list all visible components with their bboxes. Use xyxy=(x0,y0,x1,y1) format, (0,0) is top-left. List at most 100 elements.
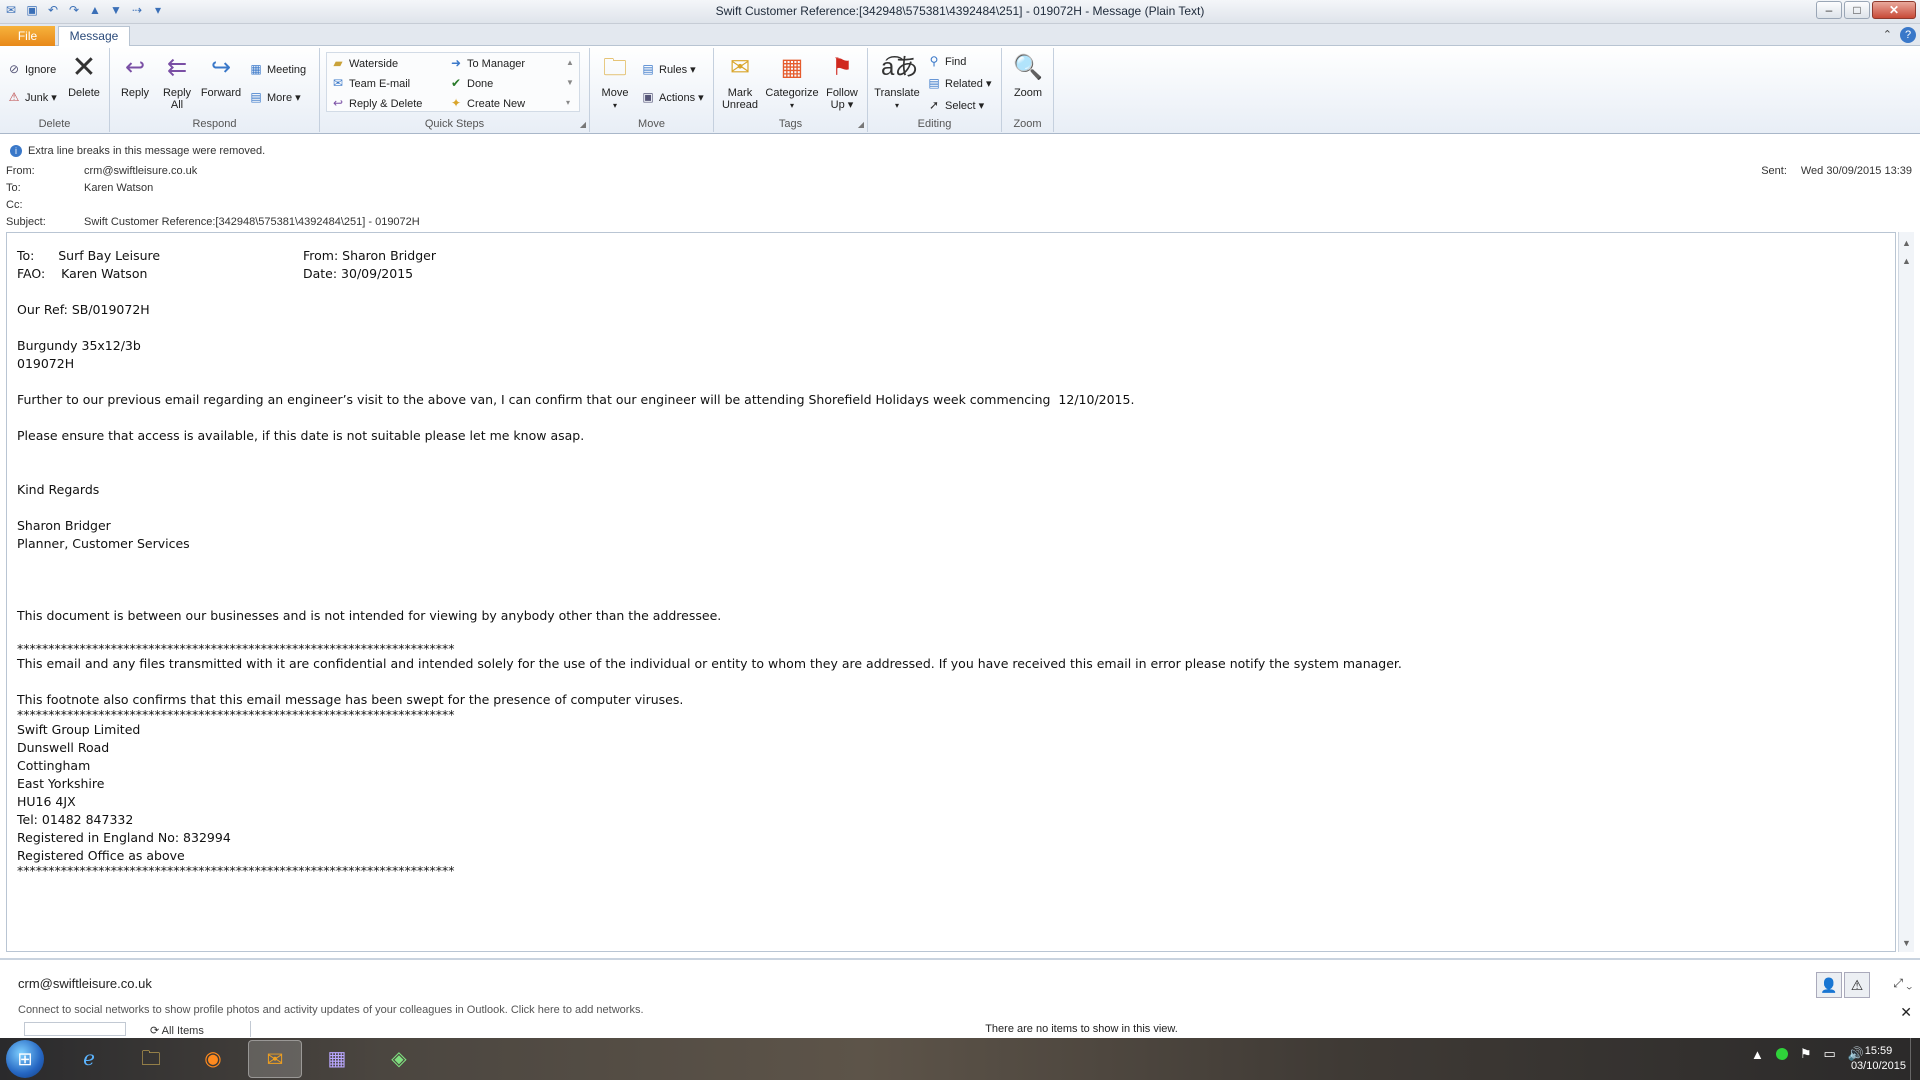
zoom-button[interactable]: 🔍 Zoom xyxy=(1008,52,1048,99)
body-addr-3: Cottingham xyxy=(17,758,91,773)
quick-step-create-new[interactable]: ✦ Create New xyxy=(448,94,525,112)
message-body[interactable]: To: Surf Bay Leisure FAO: Karen Watson O… xyxy=(6,232,1896,952)
scroll-down-icon[interactable]: ▼ xyxy=(1902,938,1911,948)
people-strip[interactable] xyxy=(24,1022,126,1036)
cursor-icon: ➚ xyxy=(928,98,940,112)
quick-step-to-manager[interactable]: ➜ To Manager xyxy=(448,54,525,72)
select-button[interactable]: ➚ Select ▾ xyxy=(926,96,984,114)
body-date-line: Date: 30/09/2015 xyxy=(303,266,414,281)
close-button[interactable]: ✕ xyxy=(1872,1,1916,19)
outlook-taskbar-icon[interactable]: ✉ xyxy=(248,1040,302,1078)
meeting-icon: ▦ xyxy=(250,62,262,76)
rules-button[interactable]: ▤ Rules ▾ xyxy=(640,60,695,78)
file-explorer-icon[interactable]: 🗀 xyxy=(124,1040,178,1078)
find-button[interactable]: ⚲ Find xyxy=(926,52,967,70)
cc-label: Cc: xyxy=(6,199,23,211)
refresh-icon: ⟳ xyxy=(150,1025,160,1037)
quick-steps-scroll-down[interactable]: ▼ xyxy=(566,74,574,92)
quick-step-team-email[interactable]: ✉ Team E-mail xyxy=(330,74,410,92)
related-button[interactable]: ▤ Related ▾ xyxy=(926,74,991,92)
to-manager-icon: ➜ xyxy=(450,56,462,70)
system-tray: ▲ ⚑ ▭ 🔊 xyxy=(1751,1046,1864,1062)
clock-time: 15:59 xyxy=(1864,1045,1893,1057)
magnifier-icon: 🔍 xyxy=(1013,54,1043,81)
quick-steps-more[interactable]: ▾ xyxy=(566,94,570,112)
related-icon: ▤ xyxy=(928,76,940,90)
window-title: Swift Customer Reference:[342948\575381\… xyxy=(715,4,1205,18)
minimize-button[interactable]: – xyxy=(1816,1,1842,19)
translate-button[interactable]: a͡あ Translate ▾ xyxy=(872,52,922,112)
body-our-ref: Our Ref: SB/019072H xyxy=(17,302,150,317)
help-icon[interactable]: ? xyxy=(1900,27,1916,43)
scroll-up-icon[interactable]: ▲ xyxy=(1902,238,1911,248)
to-value[interactable]: Karen Watson xyxy=(84,182,153,194)
ignore-icon: ⊘ xyxy=(8,62,20,76)
quick-steps-scroll-up[interactable]: ▲ xyxy=(566,54,574,72)
tags-group: ✉ Mark Unread ▦ Categorize ▾ ⚑ Follow Up ▾ … xyxy=(714,48,868,132)
person-avatar-icon[interactable]: 👤 xyxy=(1816,972,1842,998)
respond-group: ↩ Reply ⇇ Reply All ↪ Forward ▦ Meeting ▤ M… xyxy=(110,48,320,132)
actions-button[interactable]: ▣ Actions ▾ xyxy=(640,88,703,106)
tab-message[interactable]: Message xyxy=(58,26,130,47)
vertical-scrollbar[interactable]: ▲ ▲ ▼ xyxy=(1898,232,1914,952)
body-van: Burgundy 35x12/3b xyxy=(17,338,141,353)
quick-step-done[interactable]: ✔ Done xyxy=(448,74,493,92)
body-tel: Tel: 01482 847332 xyxy=(17,812,134,827)
close-pane-icon[interactable]: ✕ xyxy=(1900,1004,1912,1021)
body-stars-3: ****************************************… xyxy=(17,863,455,878)
body-stars-1: ****************************************… xyxy=(17,641,455,656)
collapse-ribbon-icon[interactable]: ⌃ xyxy=(1883,28,1892,41)
calendar-app-icon[interactable]: ▦ xyxy=(310,1040,364,1078)
subject-row: Subject: Swift Customer Reference:[342948… xyxy=(6,216,420,228)
info-bar[interactable]: i Extra line breaks in this message were … xyxy=(0,145,265,163)
show-hidden-icons-icon[interactable]: ▲ xyxy=(1751,1047,1764,1062)
internet-explorer-icon[interactable]: ℯ xyxy=(62,1040,116,1078)
junk-button[interactable]: ⚠ Junk ▾ xyxy=(6,88,57,106)
subject-label: Subject: xyxy=(6,216,46,228)
all-items-tab[interactable]: ⟳ All Items xyxy=(150,1024,204,1037)
body-addr-5: HU16 4JX xyxy=(17,794,76,809)
quick-step-reply-delete[interactable]: ↩ Reply & Delete xyxy=(330,94,422,112)
move-button[interactable]: 🗀 Move ▾ xyxy=(596,52,634,112)
maximize-button[interactable]: □ xyxy=(1844,1,1870,19)
expand-pane-icon[interactable]: ⤢ ⌄ xyxy=(1893,976,1912,991)
tab-file[interactable]: File xyxy=(0,26,55,46)
reply-all-button[interactable]: ⇇ Reply All xyxy=(158,52,196,111)
people-pane-email[interactable]: crm@swiftleisure.co.uk xyxy=(18,976,152,991)
firefox-icon[interactable]: ◉ xyxy=(186,1040,240,1078)
more-respond-button[interactable]: ▤ More ▾ xyxy=(248,88,300,106)
follow-up-button[interactable]: ⚑ Follow Up ▾ xyxy=(820,52,864,111)
people-avatars: 👤 ⚠ xyxy=(1816,972,1870,998)
dialog-launcher-icon[interactable]: ◢ xyxy=(580,120,586,129)
actions-icon: ▣ xyxy=(642,90,654,104)
from-value[interactable]: crm@swiftleisure.co.uk xyxy=(84,165,197,177)
editing-group: a͡あ Translate ▾ ⚲ Find ▤ Related ▾ ➚ Select … xyxy=(868,48,1002,132)
folder-move-icon: ▰ xyxy=(333,56,343,70)
action-center-flag-icon[interactable]: ⚑ xyxy=(1800,1046,1812,1062)
start-button[interactable]: ⊞ xyxy=(6,1040,44,1078)
ignore-button[interactable]: ⊘ Ignore xyxy=(6,60,56,78)
reply-button[interactable]: ↩ Reply xyxy=(116,52,154,99)
sage-app-icon[interactable]: ◈ xyxy=(372,1040,426,1078)
quick-steps-group: ▰ Waterside ✉ Team E-mail ↩ Reply & Delete … xyxy=(320,48,590,132)
forward-button[interactable]: ↪ Forward xyxy=(200,52,242,99)
zoom-group: 🔍 Zoom Zoom xyxy=(1002,48,1054,132)
status-dot-icon[interactable] xyxy=(1775,1048,1788,1060)
header-toggle-icon[interactable]: ▲ xyxy=(1902,256,1911,266)
message-right-column: From: Sharon Bridger Date: 30/09/2015 xyxy=(303,247,436,283)
show-desktop-button[interactable] xyxy=(1910,1038,1920,1080)
delete-button[interactable]: ✕ Delete xyxy=(64,51,104,100)
delete-x-icon: ✕ xyxy=(71,51,97,84)
network-icon[interactable]: ▭ xyxy=(1824,1046,1836,1062)
subject-value: Swift Customer Reference:[342948\575381\… xyxy=(84,216,420,228)
connect-networks-link[interactable]: Connect to social networks to show profi… xyxy=(18,1004,644,1016)
ribbon-tabs: File Message ⌃ ? xyxy=(0,24,1920,47)
mark-unread-button[interactable]: ✉ Mark Unread xyxy=(718,52,762,111)
warning-avatar-icon[interactable]: ⚠ xyxy=(1844,972,1870,998)
clock[interactable]: 15:59 03/10/2015 xyxy=(1851,1044,1906,1074)
team-email-icon: ✉ xyxy=(332,76,344,90)
categorize-button[interactable]: ▦ Categorize ▾ xyxy=(764,52,820,112)
meeting-button[interactable]: ▦ Meeting xyxy=(248,60,306,78)
dialog-launcher-icon[interactable]: ◢ xyxy=(858,120,864,129)
quick-step-waterside[interactable]: ▰ Waterside xyxy=(330,54,398,72)
